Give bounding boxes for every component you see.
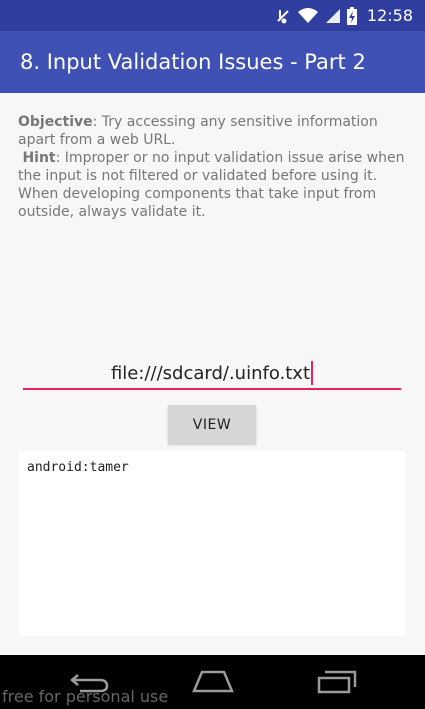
page-title: 8. Input Validation Issues - Part 2 [20, 50, 366, 74]
main-content: Objective: Try accessing any sensitive i… [0, 93, 425, 655]
watermark: free for personal use [2, 687, 169, 706]
mute-icon [275, 7, 291, 25]
app-bar: 8. Input Validation Issues - Part 2 [0, 31, 425, 93]
status-icons: 12:58 [275, 6, 413, 25]
recents-icon[interactable] [315, 665, 359, 699]
home-icon[interactable] [190, 665, 236, 699]
output-text: android:tamer [27, 460, 129, 475]
description: Objective: Try accessing any sensitive i… [18, 113, 408, 221]
url-input[interactable] [23, 358, 401, 390]
view-button[interactable]: VIEW [168, 405, 256, 444]
battery-charging-icon [346, 6, 357, 25]
wifi-icon [297, 7, 319, 24]
hint-label: Hint [22, 150, 56, 166]
status-bar: 12:58 [0, 0, 425, 31]
status-time: 12:58 [366, 6, 413, 25]
hint-text: : Improper or no input validation issue … [18, 150, 405, 220]
output-text-area: android:tamer [19, 451, 406, 636]
objective-label: Objective [18, 114, 93, 130]
signal-icon [325, 8, 341, 24]
